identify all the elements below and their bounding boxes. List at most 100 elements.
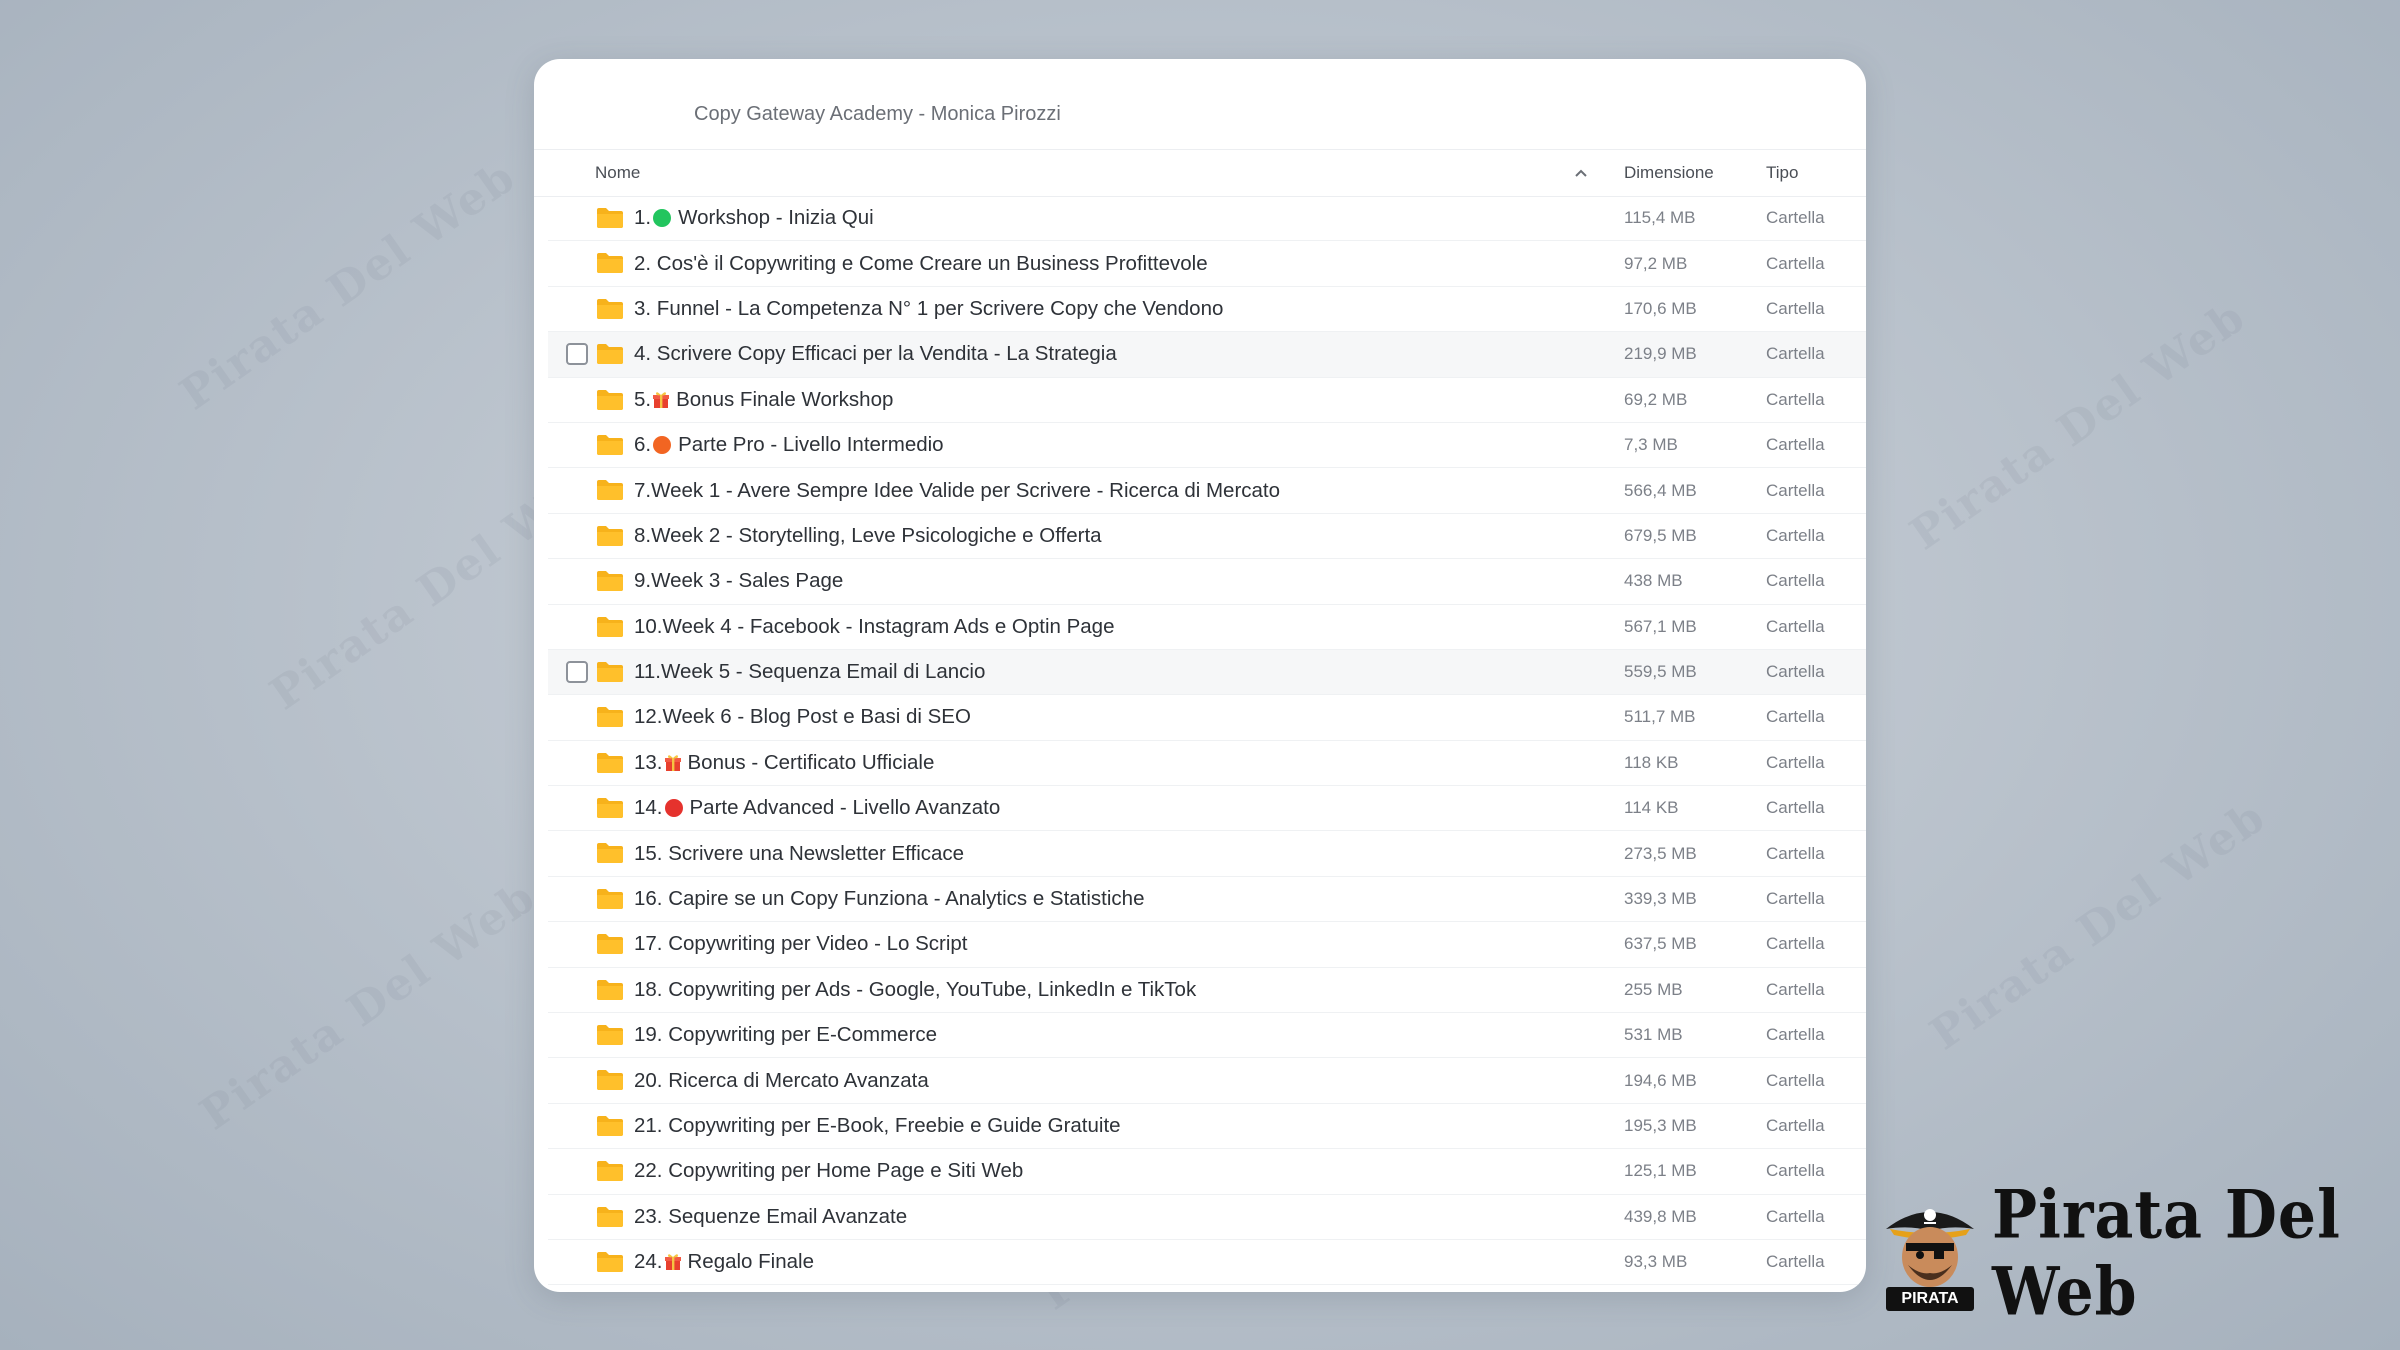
folder-name[interactable]: 9.Week 3 - Sales Page — [634, 569, 843, 593]
folder-label: 23. Sequenze Email Avanzate — [634, 1204, 908, 1228]
folder-row[interactable]: 23. Sequenze Email Avanzate 439,8 MB Carte… — [548, 1195, 1866, 1240]
folder-row[interactable]: 8.Week 2 - Storytelling, Leve Psicologic… — [548, 514, 1866, 560]
folder-row[interactable]: 24. Regalo Finale 93,3 MB Cartella — [548, 1240, 1866, 1286]
folder-name[interactable]: 21. Copywriting per E-Book, Freebie e Gu… — [634, 1114, 1121, 1138]
folder-label: 15. Scrivere una Newsletter Efficace — [634, 841, 965, 865]
folder-row[interactable]: 3. Funnel - La Competenza N° 1 per Scriv… — [548, 287, 1866, 333]
folder-name[interactable]: 1. Workshop - Inizia Qui — [634, 206, 874, 230]
folder-row[interactable]: 14. Parte Advanced - Livello Avanzato 114 … — [548, 786, 1866, 832]
folder-label: 7.Week 1 - Avere Sempre Idee Valide per … — [634, 478, 1281, 502]
folder-type: Cartella — [1766, 752, 1825, 772]
folder-name[interactable]: 8.Week 2 - Storytelling, Leve Psicologic… — [634, 524, 1102, 548]
folder-icon — [596, 525, 624, 547]
orange-circle-icon — [653, 436, 672, 455]
folder-row[interactable]: 9.Week 3 - Sales Page 438 MB Cartella — [548, 559, 1866, 605]
folder-name[interactable]: 10.Week 4 - Facebook - Instagram Ads e O… — [634, 615, 1115, 639]
folder-name[interactable]: 2. Cos'è il Copywriting e Come Creare un… — [634, 252, 1208, 276]
folder-name[interactable]: 14. Parte Advanced - Livello Avanzato — [634, 796, 1000, 820]
folder-label: Regalo Finale — [687, 1250, 815, 1274]
folder-name[interactable]: 16. Capire se un Copy Funziona - Analyti… — [634, 887, 1145, 911]
column-header-name[interactable]: Nome — [595, 163, 640, 183]
folder-label: Bonus - Certificato Ufficiale — [687, 750, 935, 774]
folder-size: 170,6 MB — [1624, 298, 1697, 318]
row-checkbox[interactable] — [566, 343, 588, 366]
column-header-size[interactable]: Dimensione — [1624, 163, 1714, 183]
folder-size: 219,9 MB — [1624, 344, 1697, 364]
folder-row[interactable]: 13. Bonus - Certificato Ufficiale 118 KB Ca… — [548, 741, 1866, 787]
folder-type: Cartella — [1766, 979, 1825, 999]
folder-row[interactable]: 7.Week 1 - Avere Sempre Idee Valide per … — [548, 468, 1866, 514]
folder-type: Cartella — [1766, 934, 1825, 954]
column-header-row: Nome Dimensione Tipo — [534, 150, 1866, 197]
folder-row[interactable]: 16. Capire se un Copy Funziona - Analyti… — [548, 877, 1866, 923]
folder-type: Cartella — [1766, 616, 1825, 636]
folder-type: Cartella — [1766, 435, 1825, 455]
folder-type: Cartella — [1766, 662, 1825, 682]
folder-row[interactable]: 18. Copywriting per Ads - Google, YouTub… — [548, 968, 1866, 1014]
folder-name[interactable]: 3. Funnel - La Competenza N° 1 per Scriv… — [634, 297, 1223, 321]
folder-name[interactable]: 23. Sequenze Email Avanzate — [634, 1205, 907, 1229]
folder-row[interactable]: 5. Bonus Finale Workshop 69,2 MB Cartella — [548, 378, 1866, 423]
folder-name[interactable]: 6. Parte Pro - Livello Intermedio — [634, 433, 944, 457]
folder-name[interactable]: 20. Ricerca di Mercato Avanzata — [634, 1069, 929, 1093]
folder-row[interactable]: 21. Copywriting per E-Book, Freebie e Gu… — [548, 1104, 1866, 1150]
folder-name[interactable]: 18. Copywriting per Ads - Google, YouTub… — [634, 978, 1196, 1002]
folder-type: Cartella — [1766, 525, 1825, 545]
folder-size: 7,3 MB — [1624, 435, 1678, 455]
folder-row[interactable]: 22. Copywriting per Home Page e Siti Web… — [548, 1149, 1866, 1195]
folder-size: 438 MB — [1624, 571, 1683, 591]
folder-name[interactable]: 15. Scrivere una Newsletter Efficace — [634, 842, 964, 866]
folder-type: Cartella — [1766, 389, 1825, 409]
folder-number: 24. — [634, 1250, 663, 1274]
watermark-text: Pirata Del Web — [1921, 790, 2276, 1061]
folder-row[interactable]: 15. Scrivere una Newsletter Efficace 273,… — [548, 831, 1866, 877]
folder-type: Cartella — [1766, 480, 1825, 500]
folder-icon — [596, 888, 624, 910]
gift-icon — [664, 754, 681, 772]
folder-icon — [596, 1115, 624, 1137]
folder-row[interactable]: 20. Ricerca di Mercato Avanzata 194,6 MB C… — [548, 1058, 1866, 1104]
folder-type: Cartella — [1766, 1025, 1825, 1045]
folder-title: Copy Gateway Academy - Monica Pirozzi — [694, 103, 1061, 125]
folder-row[interactable]: 11.Week 5 - Sequenza Email di Lancio 559,… — [548, 649, 1866, 696]
folder-type: Cartella — [1766, 707, 1825, 727]
folder-row[interactable]: 6. Parte Pro - Livello Intermedio 7,3 MB Ca… — [548, 423, 1866, 469]
folder-icon — [596, 1024, 624, 1046]
folder-label: 8.Week 2 - Storytelling, Leve Psicologic… — [634, 523, 1102, 547]
folder-size: 114 KB — [1624, 798, 1679, 818]
column-header-type[interactable]: Tipo — [1766, 163, 1798, 183]
folder-name[interactable]: 17. Copywriting per Video - Lo Script — [634, 932, 968, 956]
folder-type: Cartella — [1766, 344, 1825, 364]
folder-size: 567,1 MB — [1624, 616, 1697, 636]
folder-number: 1. — [634, 206, 652, 230]
folder-row[interactable]: 17. Copywriting per Video - Lo Script 637… — [548, 922, 1866, 968]
folder-row[interactable]: 12.Week 6 - Blog Post e Basi di SEO 511,7… — [548, 695, 1866, 741]
folder-name[interactable]: 4. Scrivere Copy Efficaci per la Vendita… — [634, 342, 1117, 366]
folder-row[interactable]: 4. Scrivere Copy Efficaci per la Vendita… — [548, 332, 1866, 378]
chevron-up-icon[interactable] — [1574, 165, 1588, 181]
folder-row[interactable]: 2. Cos'è il Copywriting e Come Creare un… — [548, 241, 1866, 287]
folder-name[interactable]: 24. Regalo Finale — [634, 1250, 814, 1274]
folder-label: Parte Pro - Livello Intermedio — [678, 433, 944, 457]
folder-type: Cartella — [1766, 1161, 1825, 1181]
folder-name[interactable]: 12.Week 6 - Blog Post e Basi di SEO — [634, 705, 971, 729]
folder-icon — [596, 797, 624, 819]
folder-type: Cartella — [1766, 208, 1825, 228]
folder-row[interactable]: 19. Copywriting per E-Commerce 531 MB Cart… — [548, 1013, 1866, 1059]
brand-name: Pirata Del Web — [1992, 1177, 2341, 1331]
folder-name[interactable]: 22. Copywriting per Home Page e Siti Web — [634, 1159, 1023, 1183]
folder-name[interactable]: 7.Week 1 - Avere Sempre Idee Valide per … — [634, 479, 1280, 503]
folder-icon — [596, 933, 624, 955]
folder-label: 18. Copywriting per Ads - Google, YouTub… — [634, 977, 1197, 1001]
row-checkbox[interactable] — [566, 661, 588, 684]
watermark-text: Pirata Del Web — [1901, 290, 2256, 561]
folder-name[interactable]: 5. Bonus Finale Workshop — [634, 388, 893, 412]
folder-size: 566,4 MB — [1624, 480, 1697, 500]
folder-name[interactable]: 13. Bonus - Certificato Ufficiale — [634, 751, 934, 775]
folder-name[interactable]: 19. Copywriting per E-Commerce — [634, 1023, 937, 1047]
folder-name[interactable]: 11.Week 5 - Sequenza Email di Lancio — [634, 660, 985, 684]
folder-row[interactable]: 10.Week 4 - Facebook - Instagram Ads e O… — [548, 605, 1866, 650]
folder-row[interactable]: 1. Workshop - Inizia Qui 115,4 MB Cartella — [548, 196, 1866, 242]
folder-size: 679,5 MB — [1624, 525, 1697, 545]
folder-label: 9.Week 3 - Sales Page — [634, 569, 844, 593]
